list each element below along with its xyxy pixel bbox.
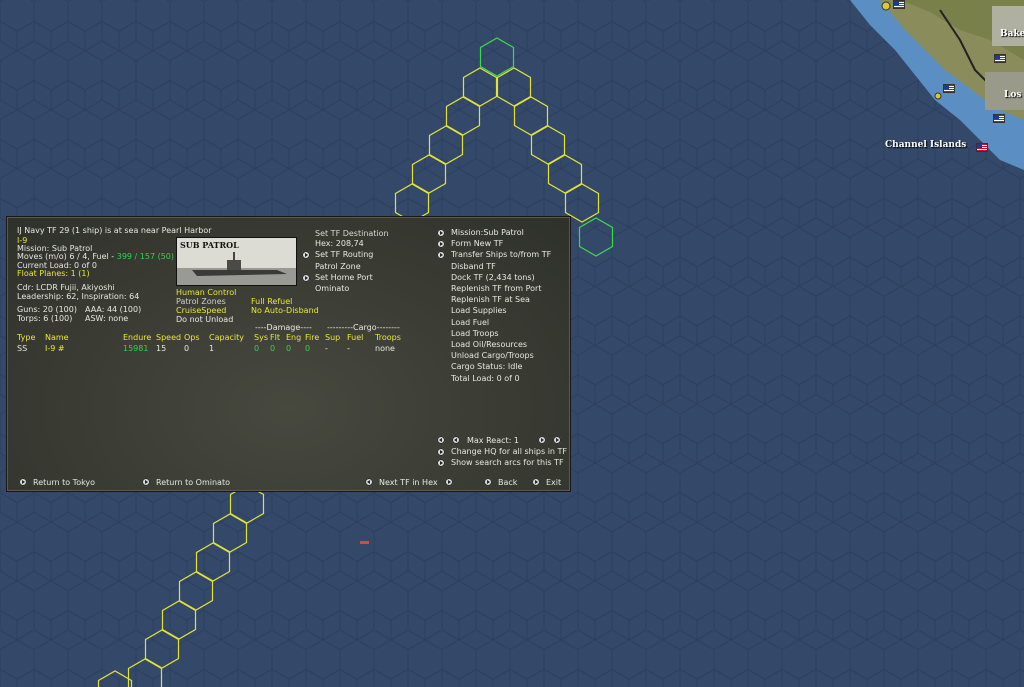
table-cell: 0 <box>184 344 190 353</box>
tf-action-item[interactable]: Load Supplies <box>451 306 507 316</box>
action-arrow-icon[interactable] <box>437 251 445 260</box>
place-label-los-angeles: Los <box>1004 90 1022 100</box>
ship-photo: SUB PATROL <box>176 237 297 286</box>
max-react-first-icon[interactable] <box>437 436 445 444</box>
back-button[interactable]: Back <box>498 478 517 488</box>
return-to-tokyo-button[interactable]: Return to Tokyo <box>33 478 95 488</box>
table-cell: none <box>375 344 395 353</box>
action-arrow-icon[interactable] <box>437 229 445 237</box>
torps: Torps: 6 (100) <box>17 314 73 323</box>
us-flag-icon <box>994 54 1006 63</box>
table-header-cell: Endure <box>123 333 152 342</box>
table-cell: - <box>325 344 328 353</box>
next-tf-arrow-icon[interactable] <box>445 478 453 486</box>
leadership: Leadership: 62, Inspiration: 64 <box>17 292 140 301</box>
table-cell: 0 <box>305 344 311 353</box>
set-destination-label: Set TF Destination <box>315 229 389 238</box>
fuel-value: 399 / 157 (50) <box>116 252 175 261</box>
return-tokyo-arrow-icon[interactable] <box>19 478 27 486</box>
table-cell: 15 <box>156 344 167 353</box>
tf-action-item[interactable]: Load Oil/Resources <box>451 340 527 350</box>
table-header-cell: Sup <box>325 333 341 342</box>
destination-hex: Hex: 208,74 <box>315 239 364 248</box>
routing-value: Patrol Zone <box>315 262 361 271</box>
float-planes-link[interactable]: Float Planes: 1 (1) <box>17 269 90 279</box>
table-header-cell: Fuel <box>347 333 364 342</box>
max-react-decrease-icon[interactable] <box>452 436 460 444</box>
do-not-unload-toggle[interactable]: Do not Unload <box>176 315 233 325</box>
table-cell[interactable]: I-9 # <box>45 344 65 354</box>
tf-action-item[interactable]: Cargo Status: Idle <box>451 362 522 372</box>
table-header-cell: Type <box>17 333 36 342</box>
set-routing-arrow-icon[interactable] <box>302 251 310 259</box>
task-force-panel: IJ Navy TF 29 (1 ship) is at sea near Pe… <box>6 216 571 492</box>
table-header-cell: Capacity <box>209 333 244 342</box>
table-cell: 0 <box>270 344 276 353</box>
us-flag-icon <box>943 84 955 93</box>
return-to-ominato-button[interactable]: Return to Ominato <box>156 478 230 488</box>
show-search-arcs-button[interactable]: Show search arcs for this TF <box>451 458 564 468</box>
tf-title: IJ Navy TF 29 (1 ship) is at sea near Pe… <box>17 226 212 235</box>
tf-action-item[interactable]: Form New TF <box>451 239 503 249</box>
cargo-header: ---------Cargo-------- <box>327 323 400 332</box>
table-cell: 15981 <box>123 344 149 353</box>
table-cell: - <box>347 344 350 353</box>
us-flag-icon <box>893 0 905 9</box>
change-hq-button[interactable]: Change HQ for all ships in TF <box>451 447 567 457</box>
table-header-cell: Speed <box>156 333 182 342</box>
table-cell: 0 <box>254 344 260 353</box>
table-header-cell: Ops <box>184 333 200 342</box>
max-react-increase-icon[interactable] <box>538 436 546 444</box>
tf-action-item[interactable]: Transfer Ships to/from TF <box>451 250 551 260</box>
return-ominato-arrow-icon[interactable] <box>142 478 150 486</box>
table-header-cell: Sys <box>254 333 268 342</box>
exit-button[interactable]: Exit <box>546 478 561 488</box>
tf-action-item[interactable]: Disband TF <box>451 262 496 272</box>
table-cell: SS <box>17 344 28 353</box>
max-react-last-icon[interactable] <box>553 436 561 444</box>
home-port-value: Ominato <box>315 284 350 293</box>
next-tf-in-hex-button[interactable]: Next TF in Hex <box>379 478 438 488</box>
set-home-port-button[interactable]: Set Home Port <box>315 273 373 283</box>
base-marker[interactable] <box>881 1 891 11</box>
tf-action-item[interactable]: Unload Cargo/Troops <box>451 351 534 361</box>
max-react-value: Max React: 1 <box>467 436 519 445</box>
us-flag-icon <box>993 114 1005 123</box>
table-cell: 0 <box>286 344 292 353</box>
place-label-bakersfield: Bake <box>1000 29 1024 39</box>
asw: ASW: none <box>85 314 129 323</box>
table-header-cell: Name <box>45 333 69 342</box>
table-header-cell: Troops <box>375 333 401 342</box>
prev-tf-arrow-icon[interactable] <box>365 478 373 486</box>
tf-action-item[interactable]: Replenish TF at Sea <box>451 295 530 305</box>
back-arrow-icon[interactable] <box>484 478 492 486</box>
tf-action-item[interactable]: Dock TF (2,434 tons) <box>451 273 535 283</box>
place-label-channel-islands: Channel Islands <box>885 140 967 150</box>
ship-marker[interactable] <box>360 541 369 544</box>
base-marker[interactable] <box>934 92 942 100</box>
table-header-cell: Eng <box>286 333 302 342</box>
exit-arrow-icon[interactable] <box>532 478 540 486</box>
damage-header: ----Damage---- <box>255 323 312 332</box>
table-header-cell: Fire <box>305 333 320 342</box>
table-cell: 1 <box>209 344 215 353</box>
set-routing-button[interactable]: Set TF Routing <box>315 250 373 260</box>
tf-action-item[interactable]: Total Load: 0 of 0 <box>451 374 520 384</box>
change-hq-arrow-icon[interactable] <box>437 448 445 456</box>
tf-action-item[interactable]: Load Fuel <box>451 318 489 328</box>
table-header-cell: Flt <box>270 333 280 342</box>
us-flag-icon <box>976 143 988 152</box>
auto-disband-toggle[interactable]: No Auto-Disband <box>251 306 319 316</box>
set-home-arrow-icon[interactable] <box>302 274 310 282</box>
search-arcs-arrow-icon[interactable] <box>437 459 445 467</box>
action-arrow-icon[interactable] <box>437 240 445 249</box>
photo-caption: SUB PATROL <box>180 240 239 250</box>
tf-action-item[interactable]: Replenish TF from Port <box>451 284 541 294</box>
moves-label: Moves (m/o) 6 / 4, Fuel - <box>17 252 117 261</box>
tf-action-item[interactable]: Load Troops <box>451 329 499 339</box>
city-bakersfield <box>992 6 1024 46</box>
tf-action-item[interactable]: Mission:Sub Patrol <box>451 228 524 238</box>
